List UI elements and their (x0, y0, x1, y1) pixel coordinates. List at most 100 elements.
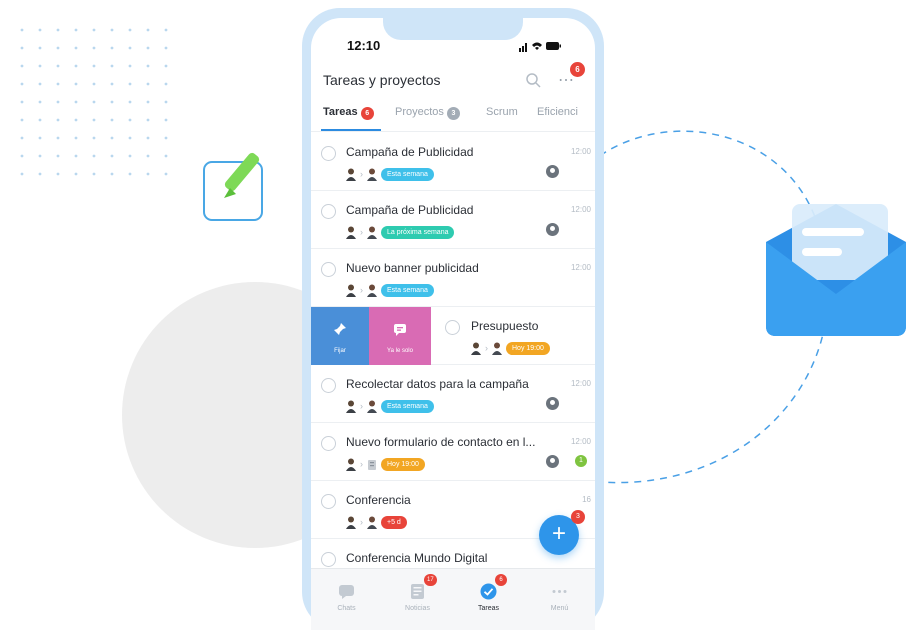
tab-badge: 6 (360, 107, 374, 120)
tab-bar: Tareas 6 Proyectos 3 Scrum Eficienci (311, 102, 595, 132)
status-bar: 12:10 (311, 18, 595, 58)
deadline-tag: La próxima semana (381, 225, 455, 239)
task-row-swiped[interactable]: Fijar Ya le solo Presupuesto › Hoy 19:00 (311, 307, 595, 365)
task-title: Campaña de Publicidad (346, 203, 474, 217)
signal-wifi-battery-icon (519, 42, 561, 52)
task-time: 12:00 (570, 147, 591, 156)
task-checkbox[interactable] (321, 146, 336, 161)
task-checkbox[interactable] (321, 494, 336, 509)
comment-count-badge: 1 (575, 455, 587, 467)
phone-frame: 12:10 Tareas y proyectos ⋯ 6 Tareas 6 Pr… (302, 8, 604, 630)
nav-item-tareas[interactable]: 6 Tareas (453, 569, 524, 630)
deadline-tag: Esta semana (381, 283, 434, 297)
tab-label: Tareas (323, 106, 358, 118)
task-title: Nuevo formulario de contacto en l... (346, 435, 536, 449)
active-tab-indicator (321, 129, 381, 131)
app-header: Tareas y proyectos ⋯ 6 (311, 62, 595, 98)
tab-eficiencia[interactable]: Eficienci (537, 106, 578, 118)
arrow-right-icon: › (360, 459, 363, 469)
deadline-tag: Hoy 19:00 (381, 457, 425, 471)
arrow-right-icon: › (360, 517, 363, 527)
news-icon (411, 584, 424, 599)
assignee-avatar-icon (492, 342, 502, 355)
group-avatar-icon (368, 459, 376, 470)
task-time: 12:00 (570, 379, 591, 388)
task-row[interactable]: Nuevo banner publicidad 12:00 › Esta sem… (311, 249, 595, 307)
nav-item-menu[interactable]: Menú (524, 569, 595, 630)
task-title: Recolectar datos para la campaña (346, 377, 529, 391)
notification-badge: 6 (570, 62, 585, 77)
task-time: 12:00 (570, 263, 591, 272)
task-checkbox[interactable] (321, 262, 336, 277)
deadline-tag: Esta semana (381, 167, 434, 181)
pin-icon (334, 323, 346, 335)
task-meta: › Hoy 19:00 (471, 340, 550, 356)
task-row[interactable]: Campaña de Publicidad 12:00 › La próxima… (311, 191, 595, 249)
task-time: 16 (582, 495, 591, 504)
task-meta: › La próxima semana (346, 224, 455, 240)
task-checkbox[interactable] (321, 436, 336, 451)
task-checkbox[interactable] (321, 204, 336, 219)
tab-proyectos[interactable]: Proyectos 3 (395, 106, 460, 120)
pin-action-button[interactable]: Fijar (311, 307, 369, 365)
search-icon[interactable] (525, 72, 541, 88)
task-row[interactable]: Campaña de Publicidad 12:00 › Esta seman… (311, 133, 595, 191)
tab-label: Proyectos (395, 106, 444, 118)
assignee-avatar-icon (367, 226, 377, 239)
pin-action-label: Fijar (334, 348, 346, 354)
arrow-right-icon: › (485, 343, 488, 353)
forward-action-button[interactable]: Ya le solo (369, 307, 431, 365)
creator-avatar-icon (346, 516, 356, 529)
page-title: Tareas y proyectos (323, 72, 441, 88)
creator-avatar-icon (346, 226, 356, 239)
task-time: 12:00 (570, 437, 591, 446)
tab-tareas[interactable]: Tareas 6 (323, 106, 374, 120)
task-row[interactable]: Nuevo formulario de contacto en l... 12:… (311, 423, 595, 481)
task-title: Conferencia (346, 493, 411, 507)
mail-envelope-icon (766, 204, 906, 336)
assignee-avatar-icon (367, 516, 377, 529)
task-checkbox[interactable] (321, 378, 336, 393)
status-time: 12:10 (347, 38, 381, 53)
nav-label: Chats (337, 605, 356, 612)
nav-item-noticias[interactable]: 17 Noticias (382, 569, 453, 630)
task-meta: › Esta semana (346, 282, 434, 298)
tab-label: Scrum (486, 106, 518, 118)
assignee-avatar-icon (367, 168, 377, 181)
menu-dots-icon (552, 590, 567, 593)
deadline-tag: +5 d (381, 515, 407, 529)
task-meta: › Hoy 19:00 (346, 456, 425, 472)
nav-item-chats[interactable]: Chats (311, 569, 382, 630)
creator-avatar-icon (346, 168, 356, 181)
nav-label: Tareas (477, 605, 499, 612)
task-checkbox[interactable] (445, 320, 460, 335)
task-title: Nuevo banner publicidad (346, 261, 479, 275)
creator-avatar-icon (471, 342, 481, 355)
deadline-tag: Hoy 19:00 (506, 341, 550, 355)
arrow-right-icon: › (360, 401, 363, 411)
task-title: Conferencia Mundo Digital (346, 551, 488, 565)
edit-note-icon (203, 152, 263, 221)
tab-scrum[interactable]: Scrum (486, 106, 518, 118)
tasks-check-icon (480, 583, 497, 600)
bottom-navigation: Chats 17 Noticias 6 Tareas Menú (311, 568, 595, 630)
observer-icon (546, 165, 559, 178)
arrow-right-icon: › (360, 285, 363, 295)
nav-badge: 6 (495, 574, 507, 586)
task-meta: › +5 d (346, 514, 407, 530)
task-title: Campaña de Publicidad (346, 145, 474, 159)
arrow-right-icon: › (360, 227, 363, 237)
task-checkbox[interactable] (321, 552, 336, 567)
task-meta: › Esta semana (346, 398, 434, 414)
tab-label: Eficienci (537, 106, 578, 118)
nav-label: Menú (550, 605, 569, 612)
creator-avatar-icon (346, 284, 356, 297)
dot-grid-decoration (20, 28, 180, 178)
task-title: Presupuesto (471, 319, 539, 333)
task-meta: › Esta semana (346, 166, 434, 182)
assignee-avatar-icon (367, 400, 377, 413)
task-row[interactable]: Recolectar datos para la campaña 12:00 ›… (311, 365, 595, 423)
observer-icon (546, 397, 559, 410)
nav-badge: 17 (424, 574, 437, 586)
creator-avatar-icon (346, 458, 356, 471)
